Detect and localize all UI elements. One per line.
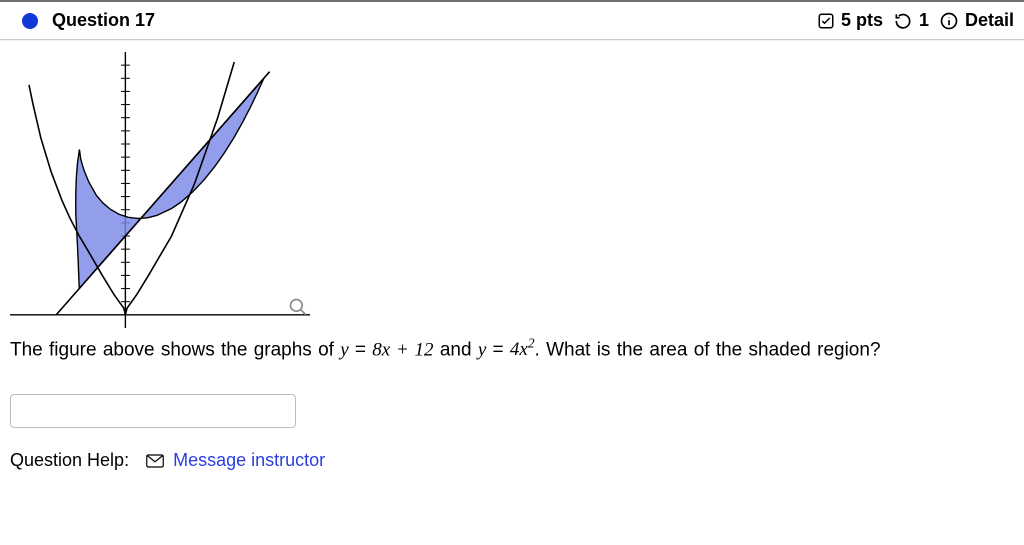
retry-icon: [893, 11, 913, 31]
eq2-exp: 2: [528, 336, 535, 351]
graph-svg: [10, 52, 310, 328]
prompt-mid1: and: [434, 339, 478, 360]
attempts-label: 1: [919, 10, 929, 31]
mail-icon: [146, 454, 164, 468]
question-help: Question Help: Message instructor: [10, 450, 1014, 471]
eq2-sign: =: [486, 339, 510, 360]
eq1-rhs: 8x + 12: [372, 339, 433, 360]
question-title: Question 17: [52, 10, 155, 31]
status-bullet-icon: [22, 13, 38, 29]
prompt-tail: . What is the area of the shaded region?: [535, 339, 881, 360]
eq2-lhs: y: [478, 339, 486, 360]
eq2-rhs: 4x2: [510, 339, 535, 360]
curve-parabola: [29, 62, 234, 315]
prompt-lead: The figure above shows the graphs of: [10, 339, 340, 360]
help-label: Question Help:: [10, 450, 129, 470]
zoom-icon[interactable]: [288, 297, 308, 322]
graph-figure: [10, 52, 310, 332]
eq1-lhs: y: [340, 339, 348, 360]
eq1-sign: =: [349, 339, 373, 360]
details-label[interactable]: Detail: [965, 10, 1014, 31]
question-body: The figure above shows the graphs of y =…: [0, 40, 1024, 483]
answer-input[interactable]: [10, 394, 296, 428]
header-right-group: 5 pts 1 Detail: [817, 10, 1014, 31]
points-label: 5 pts: [841, 10, 883, 31]
message-instructor-link[interactable]: Message instructor: [173, 450, 325, 470]
check-square-icon: [817, 12, 835, 30]
question-prompt: The figure above shows the graphs of y =…: [10, 334, 1014, 364]
info-circle-icon[interactable]: [939, 11, 959, 31]
question-header: Question 17 5 pts 1 Detail: [0, 0, 1024, 40]
